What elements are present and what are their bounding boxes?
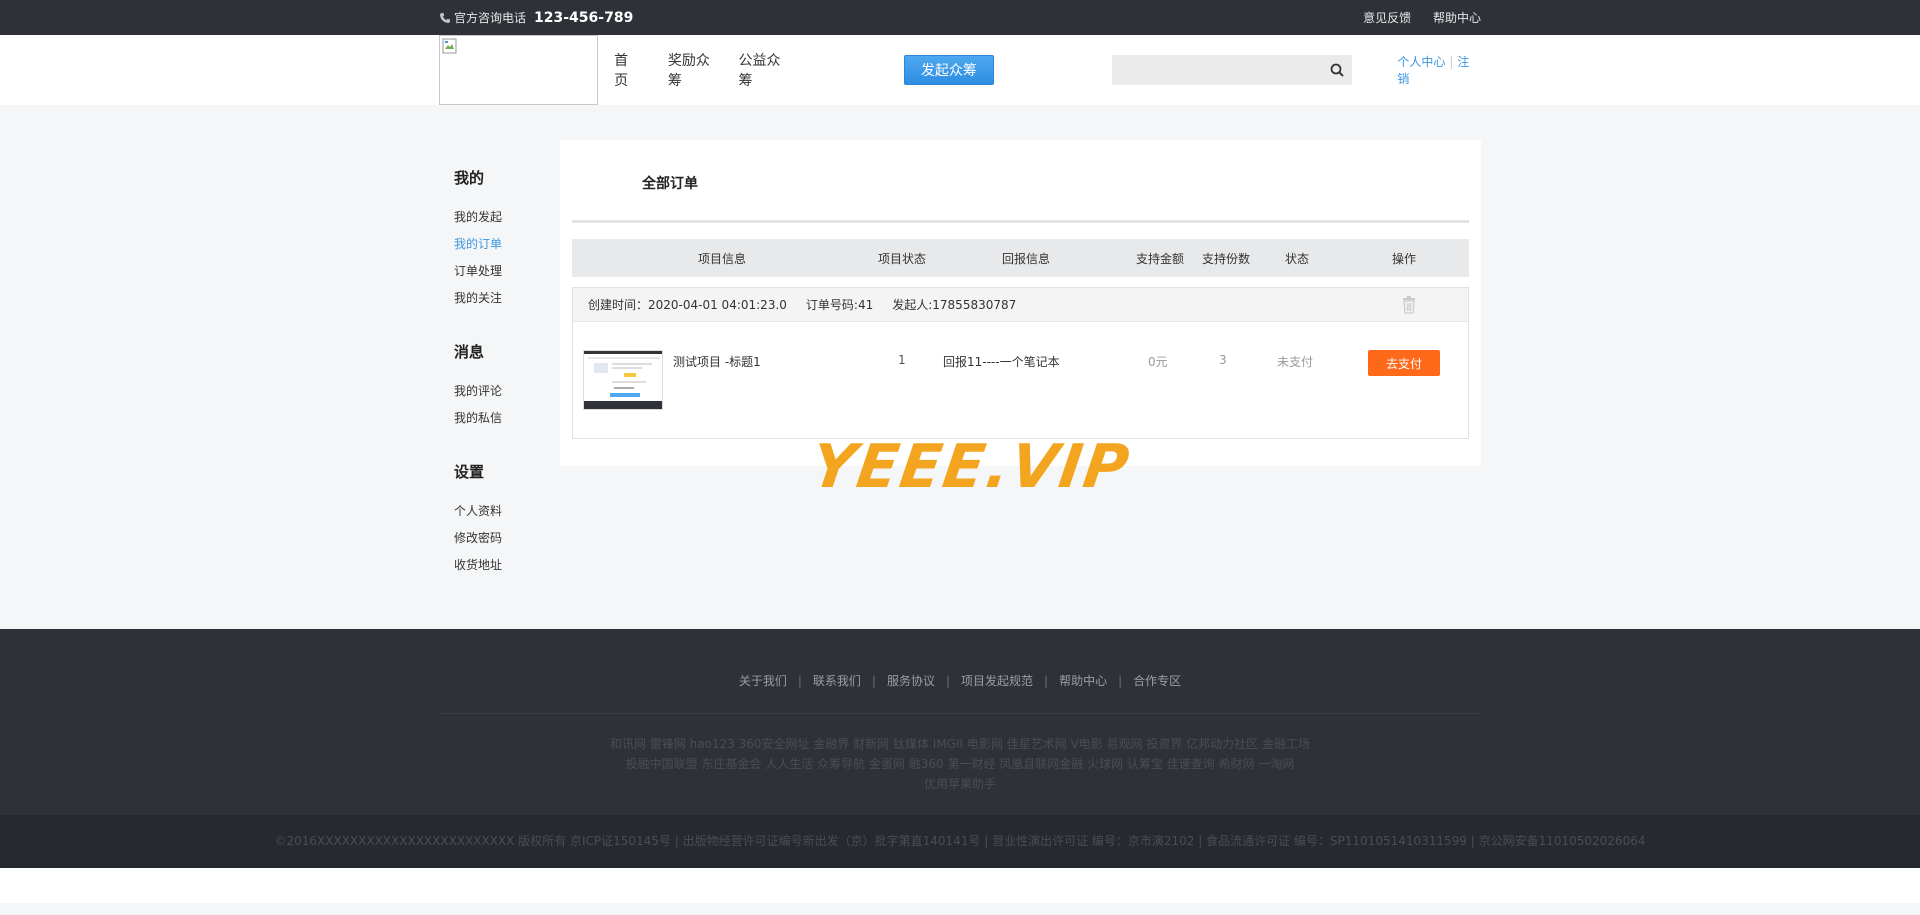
- support-quantity-value: 3: [1219, 353, 1227, 367]
- order-number: 订单号码:41: [805, 298, 874, 312]
- nav-charity-crowdfunding[interactable]: 公益众筹: [738, 50, 794, 90]
- main-area: 我的 我的发起 我的订单 订单处理 我的关注 消息 我的评论 我的私信 设置 个…: [0, 105, 1920, 629]
- column-header-reward-info: 回报信息: [1002, 251, 1051, 266]
- order-created-time: 创建时间：2020-04-01 04:01:23.0: [588, 298, 787, 312]
- copyright: ©2016XXXXXXXXXXXXXXXXXXXXXXXX 版权所有 京ICP证…: [0, 815, 1920, 868]
- feedback-link[interactable]: 意见反馈: [1363, 11, 1411, 25]
- top-bar: 官方咨询电话 123-456-789 意见反馈 帮助中心: [0, 0, 1920, 35]
- sidebar-item-my-comments[interactable]: 我的评论: [454, 381, 560, 408]
- sidebar-item-order-processing[interactable]: 订单处理: [454, 261, 560, 288]
- sidebar-group-title-mine: 我的: [454, 169, 485, 187]
- order-status-value: 未支付: [1277, 355, 1314, 369]
- order-initiator: 发起人:17855830787: [892, 298, 1017, 312]
- trash-icon[interactable]: [1402, 296, 1416, 314]
- footer: 关于我们 | 联系我们 | 服务协议 | 项目发起规范 | 帮助中心 | 合作专区 和讯网 雷锋网 …: [0, 629, 1920, 815]
- project-title-link[interactable]: 测试项目 -标题1: [673, 353, 761, 370]
- search-icon[interactable]: [1330, 63, 1345, 77]
- broken-image-icon: [442, 38, 457, 54]
- phone-info: 官方咨询电话 123-456-789: [439, 9, 633, 26]
- sidebar-item-my-orders[interactable]: 我的订单: [454, 234, 560, 261]
- sidebar: 我的 我的发起 我的订单 订单处理 我的关注 消息 我的评论 我的私信 设置 个…: [439, 140, 560, 582]
- sidebar-group-title-messages: 消息: [454, 343, 485, 361]
- friend-links-line[interactable]: 投融中国联盟 东庄基金会 人人生活 众筹导航 金蛋网 融360 第一财经 凤凰且…: [600, 754, 1320, 774]
- help-link[interactable]: 帮助中心: [1433, 11, 1481, 25]
- sidebar-item-my-launches[interactable]: 我的发起: [454, 207, 560, 234]
- column-header-project-info: 项目信息: [698, 251, 747, 266]
- pay-button[interactable]: 去支付: [1368, 350, 1440, 376]
- order-card: 创建时间：2020-04-01 04:01:23.0 订单号码:41 发起人:1…: [572, 287, 1469, 439]
- user-center-link[interactable]: 个人中心: [1397, 55, 1445, 69]
- orders-table-header: 项目信息 项目状态 回报信息 支持金额 支持份数 状态 操作: [572, 239, 1469, 277]
- main-nav: 首页 奖励众筹 公益众筹: [614, 50, 809, 90]
- header: 首页 奖励众筹 公益众筹 发起众筹 个人中心 | 注销: [0, 35, 1920, 105]
- sidebar-item-profile[interactable]: 个人资料: [454, 501, 560, 528]
- order-header: 创建时间：2020-04-01 04:01:23.0 订单号码:41 发起人:1…: [573, 288, 1468, 322]
- footer-link-project-rules[interactable]: 项目发起规范: [961, 674, 1033, 688]
- project-thumbnail[interactable]: [583, 350, 663, 410]
- nav-home[interactable]: 首页: [614, 50, 654, 90]
- phone-label: 官方咨询电话: [454, 11, 527, 25]
- phone-icon: [440, 12, 450, 23]
- footer-link-help[interactable]: 帮助中心: [1059, 674, 1107, 688]
- sidebar-item-my-follows[interactable]: 我的关注: [454, 288, 560, 315]
- column-header-project-status: 项目状态: [878, 251, 927, 266]
- project-status-value: 1: [898, 353, 906, 367]
- friend-links-line[interactable]: 和讯网 雷锋网 hao123 360安全网址 金融界 财新网 钛媒体 IMGII…: [600, 734, 1320, 754]
- sidebar-item-my-private-messages[interactable]: 我的私信: [454, 408, 560, 435]
- orders-title-row: 全部订单: [572, 140, 1469, 223]
- user-links: 个人中心 | 注销: [1397, 53, 1481, 87]
- friend-links-line[interactable]: 优用苹果助手: [600, 774, 1320, 794]
- page-title: 全部订单: [642, 176, 698, 192]
- search-input[interactable]: [1111, 55, 1322, 85]
- sidebar-item-shipping-address[interactable]: 收货地址: [454, 555, 560, 582]
- support-amount-value: 0元: [1148, 355, 1168, 369]
- friend-links: 和讯网 雷锋网 hao123 360安全网址 金融界 财新网 钛媒体 IMGII…: [600, 714, 1320, 794]
- project-thumbnail-image: [584, 351, 662, 409]
- reward-info-value: 回报11----一个笔记本: [943, 355, 1060, 369]
- column-header-action: 操作: [1392, 251, 1417, 266]
- search-box: [1111, 55, 1353, 85]
- orders-panel: 全部订单 项目信息 项目状态 回报信息 支持金额 支持份数 状态 操作 创建时间…: [560, 140, 1481, 466]
- column-header-support-quantity: 支持份数: [1202, 251, 1251, 266]
- start-crowdfunding-button[interactable]: 发起众筹: [904, 55, 994, 85]
- footer-link-service-agreement[interactable]: 服务协议: [887, 674, 935, 688]
- column-header-status: 状态: [1285, 251, 1310, 266]
- watermark: YEEE.VIP: [807, 432, 1135, 502]
- footer-links: 关于我们 | 联系我们 | 服务协议 | 项目发起规范 | 帮助中心 | 合作专区: [439, 629, 1481, 714]
- page-bottom: [0, 868, 1920, 903]
- logo[interactable]: [439, 35, 599, 105]
- order-row: 测试项目 -标题1 1 回报11----一个笔记本 0元 3 未支付 去支付: [573, 322, 1468, 438]
- phone-number: 123-456-789: [534, 9, 634, 26]
- footer-link-about[interactable]: 关于我们: [739, 674, 787, 688]
- divider: |: [1449, 55, 1454, 69]
- footer-link-cooperation[interactable]: 合作专区: [1133, 674, 1181, 688]
- sidebar-group-title-settings: 设置: [454, 463, 485, 481]
- nav-reward-crowdfunding[interactable]: 奖励众筹: [668, 50, 724, 90]
- footer-link-contact[interactable]: 联系我们: [813, 674, 861, 688]
- sidebar-item-change-password[interactable]: 修改密码: [454, 528, 560, 555]
- column-header-support-amount: 支持金额: [1136, 251, 1185, 266]
